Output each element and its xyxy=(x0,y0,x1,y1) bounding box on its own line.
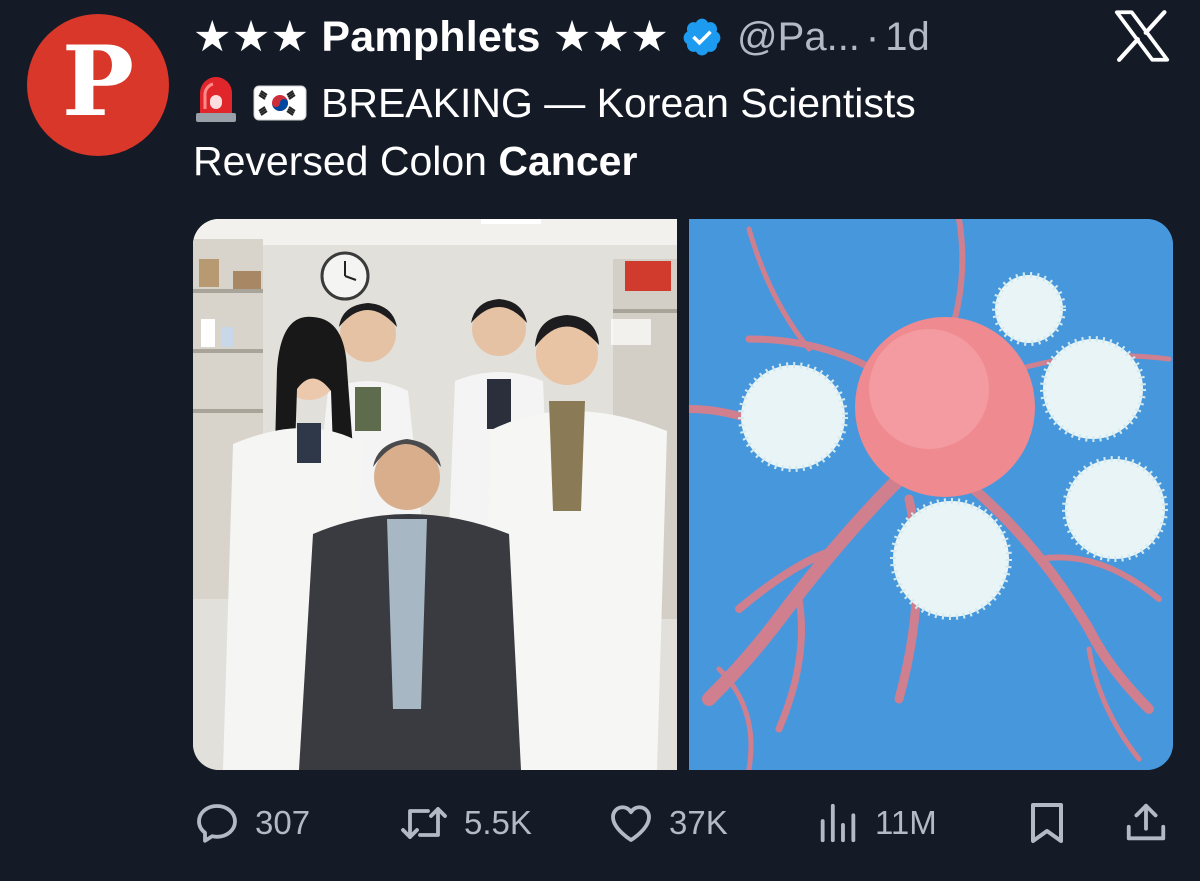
media-grid[interactable] xyxy=(193,219,1173,770)
repost-icon xyxy=(401,807,447,839)
reply-count: 307 xyxy=(255,804,311,841)
views-count: 11M xyxy=(875,804,937,841)
avatar-letter: P xyxy=(61,25,135,138)
heart-icon xyxy=(611,805,651,842)
x-logo-icon[interactable] xyxy=(1114,10,1170,62)
reply-icon xyxy=(197,804,237,843)
views-button[interactable]: 11M xyxy=(815,795,937,851)
like-button[interactable]: 37K xyxy=(607,795,728,851)
repost-count: 5.5K xyxy=(464,804,532,841)
reply-button[interactable]: 307 xyxy=(193,795,310,851)
cancer-cell-illustration xyxy=(685,219,1173,770)
researchers-photo[interactable] xyxy=(193,219,677,770)
south-korea-flag-emoji xyxy=(253,85,307,121)
views-icon xyxy=(820,803,856,843)
avatar[interactable]: P xyxy=(27,14,169,156)
action-bar: 307 5.5K 37K 11M xyxy=(193,795,1183,851)
media-divider xyxy=(677,219,689,770)
bookmark-button[interactable] xyxy=(1025,795,1069,851)
timestamp[interactable]: 1d xyxy=(885,15,930,60)
repost-button[interactable]: 5.5K xyxy=(398,795,532,851)
cancer-cell-photo[interactable] xyxy=(685,219,1173,770)
tweet-text-bold: Cancer xyxy=(498,138,638,184)
like-count: 37K xyxy=(669,804,728,841)
share-icon xyxy=(1126,803,1166,841)
researchers-illustration xyxy=(193,219,677,770)
tweet-text: BREAKING — Korean Scientists Reversed Co… xyxy=(193,74,1093,190)
tweet-header: ★★★ Pamphlets ★★★ @Pa... · 1d xyxy=(193,10,930,64)
bookmark-icon xyxy=(1031,803,1063,843)
separator: · xyxy=(865,14,880,59)
verified-badge-icon[interactable] xyxy=(681,16,723,58)
display-name[interactable]: ★★★ Pamphlets ★★★ xyxy=(193,12,669,62)
rotating-light-emoji xyxy=(196,77,236,122)
share-button[interactable] xyxy=(1123,795,1169,851)
handle[interactable]: @Pa... xyxy=(737,15,860,60)
